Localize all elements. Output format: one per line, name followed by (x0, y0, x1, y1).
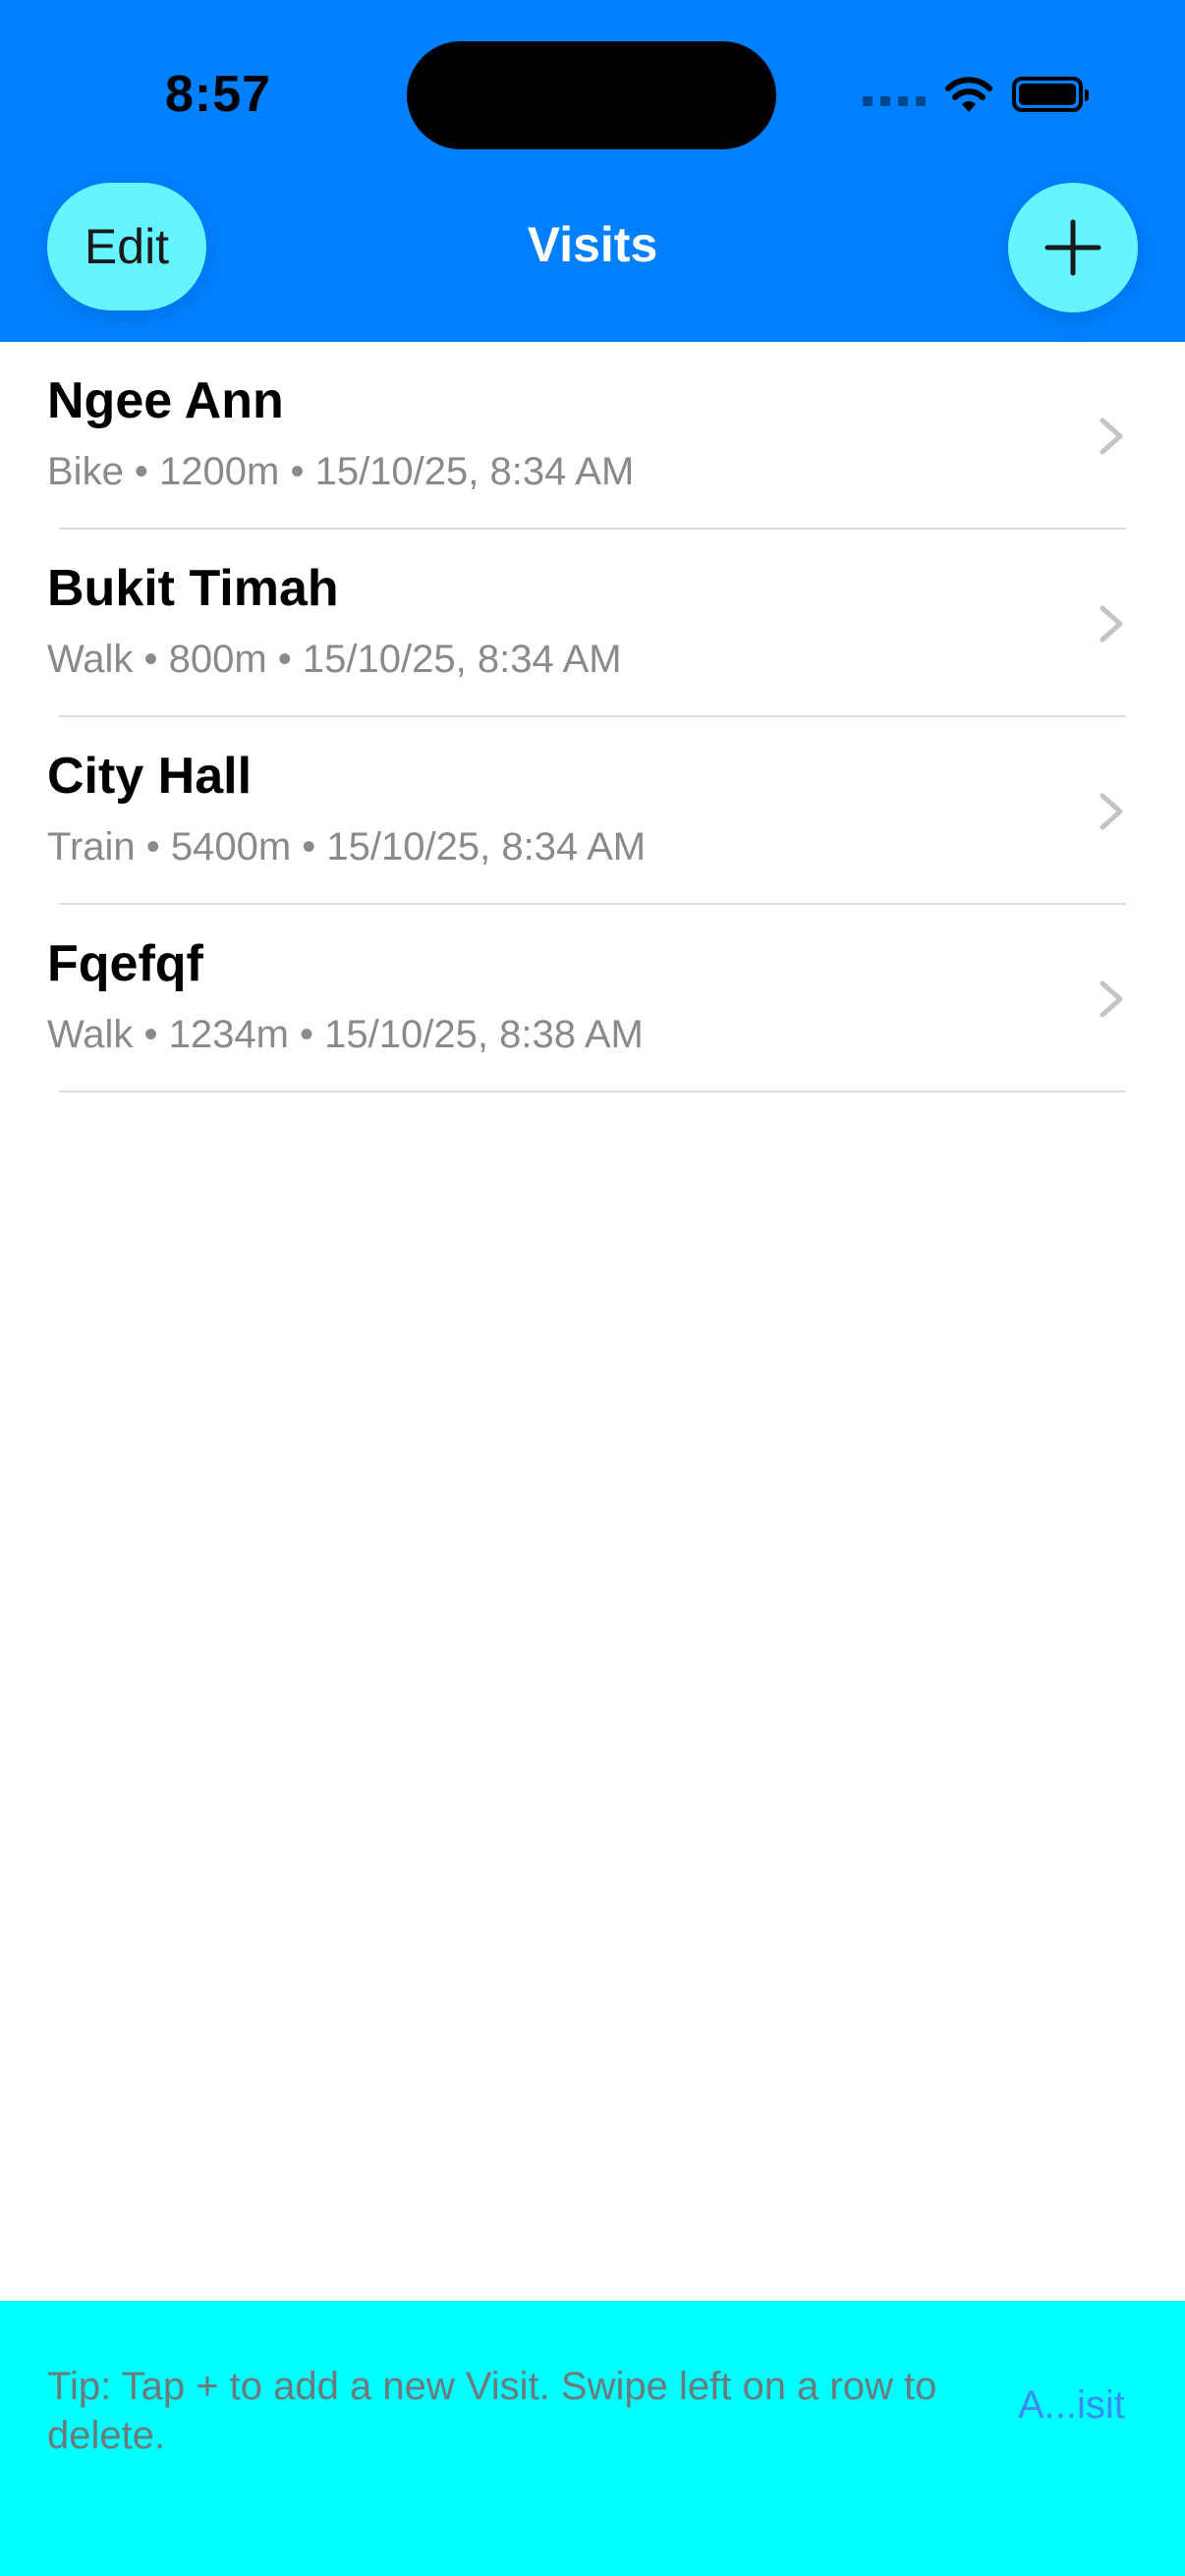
visit-name: Bukit Timah (47, 560, 339, 617)
tip-text: Tip: Tap + to add a new Visit. Swipe lef… (47, 2365, 937, 2457)
visit-name: Fqefqf (47, 935, 203, 992)
visit-details: Walk • 800m • 15/10/25, 8:34 AM (47, 638, 622, 681)
status-time: 8:57 (165, 66, 272, 123)
chevron-right-icon (1100, 605, 1123, 643)
chevron-right-icon (1100, 980, 1123, 1018)
visit-details: Train • 5400m • 15/10/25, 8:34 AM (47, 825, 647, 868)
tip-footer: Tip: Tap + to add a new Visit. Swipe lef… (0, 2301, 1185, 2576)
chevron-right-icon (1100, 793, 1123, 830)
visit-row[interactable]: Ngee Ann Bike • 1200m • 15/10/25, 8:34 A… (0, 342, 1185, 530)
cellular-signal-icon (863, 96, 926, 106)
visit-name: Ngee Ann (47, 372, 284, 429)
wifi-icon (945, 77, 992, 112)
dynamic-island (407, 41, 776, 149)
add-visit-link[interactable]: A...isit (1018, 2383, 1125, 2428)
status-icons (863, 73, 1089, 116)
visit-row[interactable]: Fqefqf Walk • 1234m • 15/10/25, 8:38 AM (0, 905, 1185, 1092)
visit-name: City Hall (47, 748, 253, 805)
visits-list: Ngee Ann Bike • 1200m • 15/10/25, 8:34 A… (0, 342, 1185, 1092)
add-visit-button[interactable] (1008, 183, 1138, 312)
chevron-right-icon (1100, 418, 1123, 455)
battery-icon (1012, 77, 1089, 112)
navigation-header: 8:57 Edit Visits (0, 0, 1185, 342)
visit-row[interactable]: City Hall Train • 5400m • 15/10/25, 8:34… (0, 717, 1185, 905)
plus-icon (1044, 219, 1101, 276)
visit-details: Walk • 1234m • 15/10/25, 8:38 AM (47, 1013, 644, 1056)
visit-details: Bike • 1200m • 15/10/25, 8:34 AM (47, 450, 635, 493)
visit-row[interactable]: Bukit Timah Walk • 800m • 15/10/25, 8:34… (0, 530, 1185, 717)
